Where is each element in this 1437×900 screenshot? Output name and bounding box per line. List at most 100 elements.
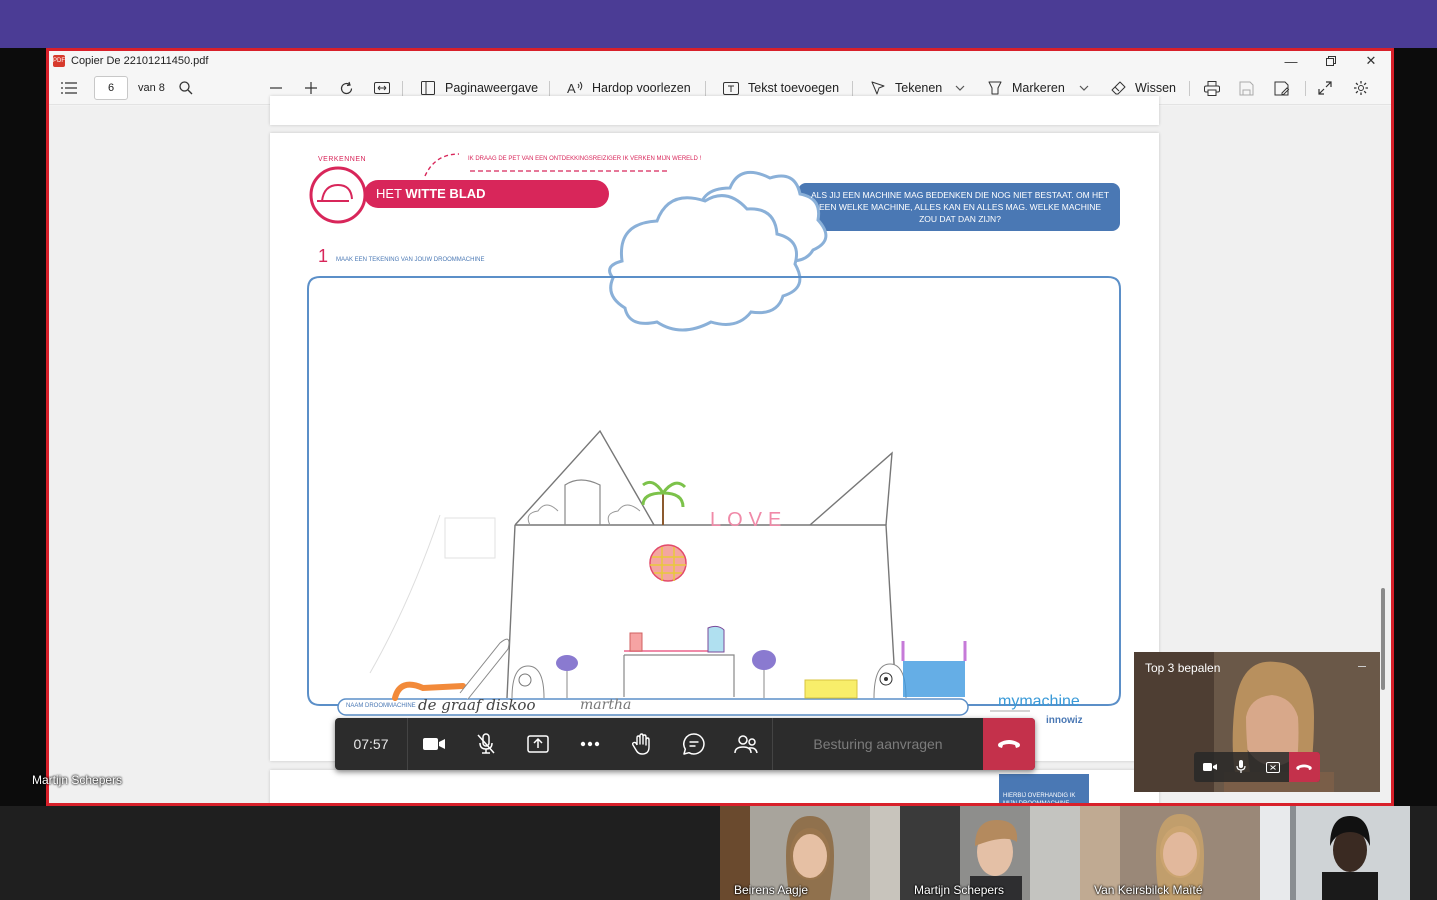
brand-partner: innowiz [1046,715,1083,726]
chat-button[interactable] [668,718,720,770]
hang-up-button[interactable] [983,718,1035,770]
mini-camera-button[interactable] [1194,752,1226,782]
mic-off-icon [477,733,495,754]
close-window-button[interactable]: ✕ [1351,51,1391,71]
minus-icon [270,87,282,89]
search-button[interactable] [179,71,193,105]
read-aloud-icon: A [566,79,584,97]
eraser-icon [1109,79,1127,97]
step-instruction: MAAK EEN TEKENING VAN JOUW DROOMMACHINE [336,257,485,263]
brand-logo: mymachine [998,693,1080,710]
maximize-button[interactable] [1311,51,1351,71]
next-page-text: HIERBIJ OVERHANDIG IK MIJN DROOMMACHINE [1003,793,1076,806]
camera-icon [1202,763,1217,771]
mute-button[interactable] [460,718,512,770]
page-number-input[interactable]: 6 [94,76,128,100]
raise-hand-button[interactable] [616,718,668,770]
search-icon [179,81,193,95]
request-control-button[interactable]: Besturing aanvragen [773,736,983,752]
toolbar-divider [549,81,550,96]
presenter-name: Martijn Schepers [32,773,123,787]
svg-text:LOVE: LOVE [710,509,787,531]
plus-icon [305,82,317,94]
participant-tile[interactable]: Beirens Aagje [720,806,900,900]
add-text-label: Tekst toevoegen [748,81,840,95]
erase-label: Wissen [1135,81,1176,95]
expand-icon [1318,81,1332,95]
hang-up-icon [1296,764,1312,770]
worksheet-graphics: LOVE [307,153,1121,716]
page-view-icon [419,79,437,97]
mini-hang-up-button[interactable] [1288,752,1320,782]
participant-video [1260,806,1410,900]
fit-width-icon [374,82,390,94]
name-label: NAAM DROOMMACHINE [346,703,416,709]
pdf-file-icon: PDF [53,55,65,67]
participant-name: Beirens Aagje [734,883,809,897]
rotate-icon [340,81,353,94]
share-screen-icon [527,735,549,753]
scrollbar-thumb[interactable] [1381,588,1385,690]
contents-button[interactable] [61,71,77,105]
participant-name: Martijn Schepers [914,883,1005,897]
print-button[interactable] [1204,71,1220,105]
list-icon [61,82,77,94]
pdf-file-title: Copier De 22101211450.pdf [71,55,209,67]
save-disk-icon [1239,81,1254,95]
restore-icon [1326,56,1336,66]
vertical-scrollbar[interactable] [1379,124,1389,803]
signature: martha [580,697,632,713]
save-as-icon [1274,81,1290,95]
participants-button[interactable] [720,718,772,770]
banner-title: WITTE BLAD [405,186,486,201]
previous-page [270,96,1159,125]
settings-button[interactable] [1353,71,1369,105]
read-aloud-label: Hardop voorlezen [592,81,691,95]
minimize-button[interactable]: — [1271,51,1311,71]
mini-controls [1194,752,1320,782]
meeting-controls: 07:57 Besturing aanvragen [335,718,1035,770]
chevron-down-icon [955,85,965,91]
call-timer: 07:57 [353,736,389,752]
minimize-icon[interactable] [1358,666,1366,667]
participant-tile[interactable]: Van Keirsbilck Maïté [1080,806,1260,900]
hang-up-icon [998,740,1020,748]
self-view-title: Top 3 bepalen [1145,661,1221,675]
toolbar-divider [1189,81,1190,96]
mic-icon [1236,760,1246,773]
page-view-label: Paginaweergave [445,81,539,95]
toolbar-divider [1305,81,1306,96]
save-button[interactable] [1239,71,1254,105]
participant-tile[interactable]: Martijn Schepers [900,806,1080,900]
toolbar-divider [852,81,853,96]
stop-share-icon [1265,761,1280,773]
mini-mic-button[interactable] [1226,752,1258,782]
banner-prefix: HET [376,186,402,201]
section-tag: VERKENNEN [318,156,367,163]
camera-button[interactable] [408,718,460,770]
highlight-label: Markeren [1012,81,1065,95]
question-text: ALS JIJ EEN MACHINE MAG BEDENKEN DIE NOG… [810,190,1110,224]
fullscreen-button[interactable] [1318,71,1332,105]
teams-top-bar [0,0,1437,48]
pdf-title-bar: PDF Copier De 22101211450.pdf — ✕ [49,51,1391,71]
participant-strip: Beirens Aagje Martijn Schepers Van Keirs… [0,806,1437,900]
draw-label: Tekenen [895,81,943,95]
participant-name: Van Keirsbilck Maïté [1094,883,1203,897]
share-screen-button[interactable] [512,718,564,770]
highlighter-icon [986,79,1004,97]
participant-tile[interactable] [1260,806,1410,900]
chat-icon [683,733,705,755]
self-view-window[interactable]: Top 3 bepalen [1134,652,1380,792]
camera-icon [423,738,445,750]
save-as-button[interactable] [1274,71,1290,105]
svg-text:A: A [567,81,576,95]
more-actions-button[interactable] [564,718,616,770]
mini-stop-share-button[interactable] [1257,752,1289,782]
toolbar-divider [705,81,706,96]
next-page: HIERBIJ OVERHANDIG IK MIJN DROOMMACHINE [270,770,1159,806]
toolbar-divider [402,81,403,96]
printer-icon [1204,80,1220,96]
text-box-icon [722,79,740,97]
cap-slogan: IK DRAAG DE PET VAN EEN ONTDEKKINGSREIZI… [468,156,702,162]
